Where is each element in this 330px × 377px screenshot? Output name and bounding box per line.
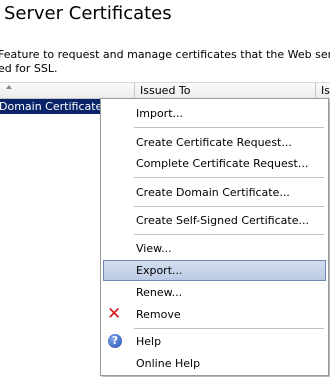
menu-separator bbox=[134, 127, 324, 128]
menu-separator bbox=[134, 234, 324, 235]
row-name-cell: Domain Certificate bbox=[0, 100, 103, 113]
page-description: Feature to request and manage certificat… bbox=[0, 48, 330, 76]
menu-item-label: Create Certificate Request... bbox=[136, 136, 292, 149]
menu-separator bbox=[134, 206, 324, 207]
menu-item-label: Create Domain Certificate... bbox=[136, 186, 290, 199]
menu-item-help[interactable]: ? Help bbox=[103, 331, 326, 352]
help-icon: ? bbox=[108, 334, 122, 348]
menu-item-remove[interactable]: ✕ Remove bbox=[103, 304, 326, 325]
menu-item-create-self-signed-certificate[interactable]: Create Self-Signed Certificate... bbox=[103, 210, 326, 231]
menu-separator bbox=[134, 177, 324, 178]
menu-item-create-certificate-request[interactable]: Create Certificate Request... bbox=[103, 132, 326, 153]
page-title: Server Certificates bbox=[4, 3, 172, 24]
menu-item-label: Create Self-Signed Certificate... bbox=[136, 214, 309, 227]
menu-item-renew[interactable]: Renew... bbox=[103, 282, 326, 303]
menu-item-label: Export... bbox=[136, 264, 183, 277]
menu-item-online-help[interactable]: Online Help bbox=[103, 353, 326, 374]
menu-item-label: Renew... bbox=[136, 286, 183, 299]
menu-item-label: Complete Certificate Request... bbox=[136, 157, 309, 170]
menu-item-label: View... bbox=[136, 242, 172, 255]
column-header-issued-by[interactable]: Is bbox=[316, 83, 330, 98]
column-header-issued-to[interactable]: Issued To bbox=[135, 83, 316, 98]
menu-item-complete-certificate-request[interactable]: Complete Certificate Request... bbox=[103, 153, 326, 174]
remove-icon: ✕ bbox=[107, 304, 122, 324]
menu-item-create-domain-certificate[interactable]: Create Domain Certificate... bbox=[103, 182, 326, 203]
menu-item-label: Online Help bbox=[136, 357, 201, 370]
menu-item-export[interactable]: Export... bbox=[103, 260, 326, 281]
list-header: Issued To Is bbox=[0, 82, 330, 99]
column-header-issued-to-label: Issued To bbox=[140, 84, 191, 97]
column-header-issued-by-label: Is bbox=[321, 84, 330, 97]
column-header-name[interactable] bbox=[0, 83, 135, 98]
menu-item-view[interactable]: View... bbox=[103, 238, 326, 259]
menu-item-label: Import... bbox=[136, 107, 183, 120]
context-menu: Import... Create Certificate Request... … bbox=[100, 98, 329, 376]
sort-ascending-icon bbox=[6, 85, 12, 89]
menu-item-label: Help bbox=[136, 335, 162, 348]
menu-item-import[interactable]: Import... bbox=[103, 103, 326, 124]
menu-separator bbox=[134, 328, 324, 329]
menu-item-label: Remove bbox=[136, 308, 181, 321]
table-row-selected[interactable]: Domain Certificate bbox=[0, 99, 103, 114]
description-line-1: Feature to request and manage certificat… bbox=[0, 48, 330, 61]
iis-manager-panel: Server Certificates Feature to request a… bbox=[0, 0, 330, 377]
description-line-2: ed for SSL. bbox=[0, 62, 58, 75]
